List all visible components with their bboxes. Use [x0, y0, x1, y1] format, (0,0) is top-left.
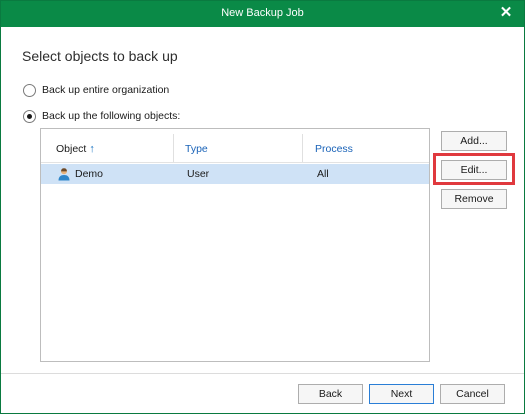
objects-list[interactable]: Object ↑ Type Process Demo User All: [40, 128, 430, 362]
cell-object: Demo: [75, 168, 104, 180]
cell-type: User: [187, 168, 210, 180]
column-header-type[interactable]: Type: [185, 143, 208, 155]
table-row[interactable]: Demo User All: [41, 164, 429, 184]
next-button[interactable]: Next: [369, 384, 434, 404]
user-icon: [58, 168, 70, 181]
new-backup-job-dialog: New Backup Job ✕ Select objects to back …: [0, 0, 525, 414]
column-divider[interactable]: [173, 134, 174, 162]
window-title: New Backup Job: [221, 7, 304, 19]
radio-following-objects[interactable]: [23, 109, 36, 123]
option-following-objects[interactable]: Back up the following objects:: [23, 108, 180, 124]
page-title: Select objects to back up: [22, 48, 178, 64]
column-header-process[interactable]: Process: [315, 143, 353, 155]
footer-divider: [1, 373, 524, 374]
sort-ascending-icon: ↑: [89, 143, 95, 155]
option-label: Back up entire organization: [42, 84, 170, 96]
edit-highlight-box: [433, 153, 515, 185]
cancel-button[interactable]: Cancel: [440, 384, 505, 404]
title-bar: New Backup Job ✕: [1, 1, 524, 27]
close-icon[interactable]: ✕: [497, 4, 515, 22]
add-button[interactable]: Add...: [441, 131, 507, 151]
option-label: Back up the following objects:: [42, 110, 181, 122]
radio-entire-organization[interactable]: [23, 83, 36, 97]
option-entire-organization[interactable]: Back up entire organization: [23, 82, 169, 98]
back-button[interactable]: Back: [298, 384, 363, 404]
remove-button[interactable]: Remove: [441, 189, 507, 209]
list-header: Object ↑ Type Process: [41, 129, 429, 163]
column-header-object[interactable]: Object ↑: [56, 143, 95, 155]
column-divider[interactable]: [302, 134, 303, 162]
cell-process: All: [317, 168, 329, 180]
